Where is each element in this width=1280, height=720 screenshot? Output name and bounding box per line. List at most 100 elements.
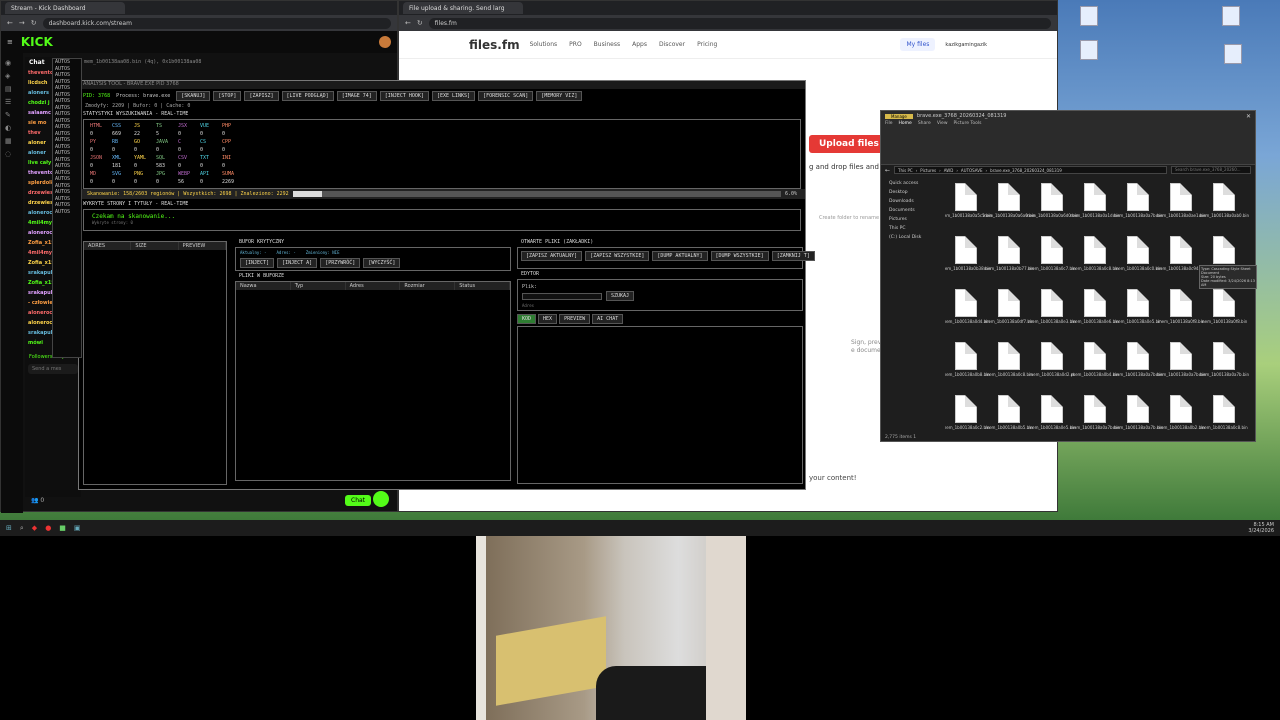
brave-icon[interactable]: ◆ [32, 524, 37, 532]
file-item[interactable]: mem_1b00138a0a7b.bin [1070, 395, 1120, 433]
file-item[interactable]: mem_1b00138a0c8.bin [1071, 236, 1119, 288]
upload-files-button[interactable]: Upload files [809, 135, 889, 153]
tool-button[interactable]: [IMAGE 74] [336, 91, 377, 101]
search-input[interactable] [522, 292, 602, 300]
back-icon[interactable]: ← [885, 167, 890, 174]
file-item[interactable]: mem_1b00138a0f8.bin [1201, 289, 1247, 341]
file-item[interactable]: mem_1b00138a0ab0.bin [1199, 183, 1249, 235]
manage-tab[interactable]: Manage [885, 113, 913, 119]
file-item[interactable]: mem_1b00138a0a7b.bin [1156, 342, 1206, 394]
breadcrumb-item[interactable]: brave.exe_3768_20260324_081319 [990, 168, 1062, 173]
nav-pane-item[interactable]: Documents [889, 206, 941, 215]
chat-username[interactable]: sie mo [28, 120, 46, 126]
desktop-icon[interactable] [1222, 6, 1240, 26]
file-item[interactable]: mem_1b00138a0c2.bin [945, 395, 990, 433]
desktop-icon[interactable] [1080, 6, 1098, 26]
app-icon[interactable]: ■ [59, 524, 66, 532]
chat-input[interactable]: Send a mes [28, 364, 78, 374]
tool-button[interactable]: [LIVE PODGLĄD] [281, 91, 334, 101]
ribbon-tab[interactable]: Picture Tools [954, 121, 982, 129]
nav-item[interactable]: Apps [632, 41, 647, 48]
file-item[interactable]: mem_1b00138a0a7b.bin [1113, 395, 1163, 433]
nav-pane-item[interactable]: (C:) Local Disk [889, 233, 941, 242]
file-item[interactable]: mem_1b00138a0a5c5.bin [945, 183, 992, 235]
tool-button[interactable]: [SKANUJ] [176, 91, 211, 101]
buffer-button[interactable]: [INJECT A] [277, 258, 318, 268]
ribbon-tab[interactable]: Share [918, 121, 931, 129]
nav-pane-item[interactable]: Quick access [889, 179, 941, 188]
forward-icon[interactable]: → [19, 19, 25, 27]
tool-button[interactable]: [ZAPISZ] [244, 91, 279, 101]
chat-username[interactable]: live cały [28, 160, 51, 166]
ribbon-tab[interactable]: Home [899, 121, 912, 129]
chat-username[interactable]: licdsch [28, 80, 47, 86]
tool-button[interactable]: [EXE LINKS] [431, 91, 476, 101]
files-header-cell[interactable]: Status [455, 282, 510, 290]
file-item[interactable]: mem_1b00138a0c8.bin [1200, 395, 1248, 433]
file-item[interactable]: mem_1b00138a0ae1.bin [1156, 183, 1206, 235]
list-header-cell[interactable]: SIZE [131, 242, 179, 250]
file-item[interactable]: mem_1b00138a0a1d.bin [1070, 183, 1120, 235]
buffer-button[interactable]: [WYCZYŚĆ] [363, 258, 401, 268]
avatar[interactable] [379, 36, 391, 48]
search-icon[interactable]: ⌕ [20, 524, 24, 533]
file-item[interactable]: mem_1b00138a0b38.bin [945, 236, 991, 288]
nav-pane-item[interactable]: Desktop [889, 188, 941, 197]
chat-username[interactable]: aloners [28, 90, 49, 96]
back-icon[interactable]: ← [7, 19, 13, 27]
file-item[interactable]: mem_1b00138a0c0.bin [1114, 236, 1162, 288]
file-item[interactable]: mem_1b00138a0f8.bin [1158, 289, 1204, 341]
nav-item[interactable]: Discover [659, 41, 685, 48]
chat-username[interactable]: splerdol8 [28, 180, 54, 186]
file-item[interactable]: mem_1b00138a0c94.bin [1156, 236, 1206, 288]
open-files-button[interactable]: [DUMP AKTUALNY] [652, 251, 708, 261]
editor-tab[interactable]: AI CHAT [592, 314, 624, 324]
open-files-button[interactable]: [ZAPISZ AKTUALNY] [521, 251, 583, 261]
open-files-button[interactable]: [ZAPISZ WSZYSTKIE] [585, 251, 650, 261]
clock[interactable]: 8:15 AM 3/24/2026 [1248, 522, 1280, 534]
file-item[interactable]: mem_1b00138a0a7b.bin [1199, 342, 1249, 394]
autos-item[interactable]: AUTOS [55, 209, 81, 216]
open-files-button[interactable]: [DUMP WSZYSTKIE] [710, 251, 769, 261]
chat-username[interactable]: aloner [28, 150, 46, 156]
mic-icon[interactable] [373, 491, 389, 507]
tool-button[interactable]: [INJECT HOOK] [379, 91, 429, 101]
list-header-cell[interactable]: ADRES [84, 242, 132, 250]
chat-username[interactable]: thev [28, 130, 41, 136]
file-item[interactable]: mem_1b00138a0b8.bin [945, 342, 990, 394]
file-item[interactable]: mem_1b00138a0c8.bin [985, 342, 1033, 394]
file-item[interactable]: mem_1b00138a0e3.bin [1028, 289, 1076, 341]
file-item[interactable]: mem_1b00138a0c7.bin [1028, 236, 1076, 288]
search-button[interactable]: SZUKAJ [606, 291, 635, 301]
my-files-button[interactable]: My files [900, 38, 936, 51]
editor-tab[interactable]: PREVIEW [559, 314, 591, 324]
tool-button[interactable]: [FORENSIC SCAN] [478, 91, 534, 101]
back-icon[interactable]: ← [405, 19, 411, 27]
breadcrumb-item[interactable]: AUTOSAVE [961, 168, 983, 173]
file-item[interactable]: mem_1b00138a0b4.bin [1071, 342, 1119, 394]
file-item[interactable]: mem_1b00138a0e5.bin [1114, 289, 1162, 341]
nav-item[interactable]: Solutions [530, 41, 558, 48]
nav-pane-item[interactable]: Downloads [889, 197, 941, 206]
files-header-cell[interactable]: Rozmiar [400, 282, 456, 290]
list-header-cell[interactable]: PREVIEW [179, 242, 226, 250]
ribbon-tab[interactable]: View [937, 121, 948, 129]
file-item[interactable]: mem_1b00138a0b2.bin [1157, 395, 1205, 433]
file-item[interactable]: mem_1b00138a0a6a0.bin [983, 183, 1035, 235]
chat-username[interactable]: mówi [28, 340, 43, 346]
start-icon[interactable]: ⊞ [6, 524, 12, 532]
desktop-icon[interactable] [1080, 40, 1098, 60]
editor-tab[interactable]: KOD [517, 314, 537, 324]
breadcrumb-item[interactable]: This PC [898, 168, 913, 173]
chat-username[interactable]: salaamc [28, 110, 51, 116]
menu-icon[interactable]: ≡ [7, 38, 13, 46]
breadcrumb-item[interactable]: Pictures [920, 168, 936, 173]
reload-icon[interactable]: ↻ [417, 19, 423, 27]
nav-item[interactable]: PRO [569, 41, 582, 48]
file-item[interactable]: mem_1b00138a0e5.bin [1028, 395, 1076, 433]
chat-username[interactable]: chodzi j [28, 100, 50, 106]
nav-pane-item[interactable]: Pictures [889, 215, 941, 224]
editor-tab[interactable]: HEX [538, 314, 558, 324]
ribbon-tab[interactable]: File [885, 121, 893, 129]
file-item[interactable]: mem_1b00138a0a7b.bin [1113, 342, 1163, 394]
